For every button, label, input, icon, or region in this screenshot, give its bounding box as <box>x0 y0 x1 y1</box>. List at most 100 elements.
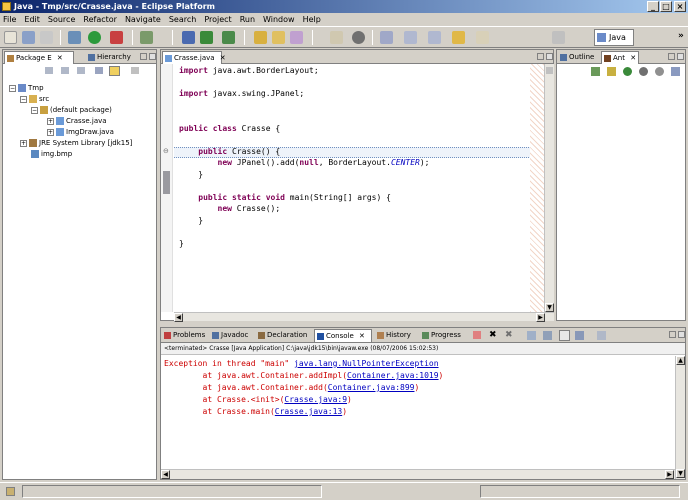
new-class-icon[interactable] <box>200 31 213 44</box>
menu-source[interactable]: Source <box>48 13 75 26</box>
menu-window[interactable]: Window <box>263 13 295 26</box>
minimize-view-icon[interactable] <box>140 53 147 60</box>
stack-trace-link[interactable]: Crasse.java:9 <box>284 395 347 404</box>
tree-item-img-bmp[interactable]: img.bmp <box>31 149 72 159</box>
maximize-view-icon[interactable] <box>546 53 553 60</box>
remove-all-launches-icon[interactable]: ✖ <box>505 330 513 340</box>
tab-hierarchy[interactable]: Hierarchy <box>86 51 136 64</box>
forward-icon[interactable] <box>61 67 69 74</box>
scroll-down-arrow[interactable]: ▼ <box>545 303 554 312</box>
expand-icon[interactable]: + <box>20 139 27 147</box>
open-perspective-icon[interactable] <box>552 31 565 44</box>
search-icon[interactable] <box>290 31 303 44</box>
close-icon[interactable]: ✕ <box>57 54 63 62</box>
close-button[interactable]: × <box>674 1 686 12</box>
open-type-icon[interactable] <box>254 31 267 44</box>
maximize-view-icon[interactable] <box>677 53 684 60</box>
window-title-bar[interactable]: Java - Tmp/src/Crasse.java - Eclipse Pla… <box>0 0 688 13</box>
stack-trace-link[interactable]: java.lang.NullPointerException <box>294 359 439 368</box>
back-icon[interactable] <box>45 67 53 74</box>
maximize-button[interactable]: □ <box>660 1 672 12</box>
toggle-mark-icon[interactable] <box>330 31 343 44</box>
console-horizontal-scrollbar[interactable]: ◀ ▶ <box>161 469 675 479</box>
horizontal-scrollbar[interactable]: ◀ ▶ <box>174 312 554 322</box>
tab-package-explorer[interactable]: Package E ✕ <box>4 51 74 64</box>
annotation-icon[interactable] <box>352 31 365 44</box>
fast-view-icon[interactable] <box>6 487 15 496</box>
vertical-scrollbar[interactable]: ▼ <box>544 64 554 312</box>
console-vertical-scrollbar[interactable]: ▲ ▼ <box>675 356 685 479</box>
new-icon[interactable] <box>4 31 17 44</box>
save-icon[interactable] <box>22 31 35 44</box>
minimize-view-icon[interactable] <box>669 331 676 338</box>
run-icon[interactable] <box>88 31 101 44</box>
tab-declaration[interactable]: Declaration <box>256 329 312 342</box>
forward-icon[interactable] <box>476 31 489 44</box>
print-icon[interactable] <box>40 31 53 44</box>
close-icon[interactable]: ✕ <box>359 332 365 340</box>
menu-edit[interactable]: Edit <box>24 13 40 26</box>
up-icon[interactable] <box>77 67 85 74</box>
clear-console-icon[interactable] <box>527 331 536 340</box>
collapse-icon[interactable]: − <box>9 84 16 92</box>
tab-console[interactable]: Console ✕ <box>314 329 372 342</box>
stack-trace-link[interactable]: Container.java:899 <box>328 383 415 392</box>
fold-marker-icon[interactable]: ⊖ <box>163 147 169 155</box>
new-package-icon[interactable] <box>182 31 195 44</box>
remove-icon[interactable] <box>639 67 648 76</box>
tree-item-src[interactable]: − src <box>20 94 49 104</box>
tree-item-jre-library[interactable]: + JRE System Library [jdk15] <box>20 138 132 148</box>
minimize-view-icon[interactable] <box>668 53 675 60</box>
search-buildfile-icon[interactable] <box>607 67 616 76</box>
minimize-button[interactable]: _ <box>647 1 659 12</box>
display-console-icon[interactable] <box>575 331 584 340</box>
menu-navigate[interactable]: Navigate <box>125 13 161 26</box>
tab-progress[interactable]: Progress <box>420 329 466 342</box>
run-target-icon[interactable] <box>623 67 632 76</box>
open-resource-icon[interactable] <box>272 31 285 44</box>
tab-problems[interactable]: Problems <box>162 329 208 342</box>
perspective-java[interactable]: Java <box>594 29 634 46</box>
stack-trace-link[interactable]: Crasse.java:13 <box>275 407 342 416</box>
collapse-icon[interactable]: − <box>31 106 38 114</box>
last-edit-icon[interactable] <box>380 31 393 44</box>
scroll-left-arrow[interactable]: ◀ <box>161 470 170 479</box>
maximize-view-icon[interactable] <box>149 53 156 60</box>
menu-project[interactable]: Project <box>204 13 231 26</box>
chevron-right-icon[interactable]: » <box>678 31 684 41</box>
debug-icon[interactable] <box>68 31 81 44</box>
menu-search[interactable]: Search <box>169 13 196 26</box>
hide-internal-targets-icon[interactable] <box>671 67 680 76</box>
menu-file[interactable]: File <box>3 13 16 26</box>
add-buildfile-icon[interactable] <box>591 67 600 76</box>
pin-console-icon[interactable] <box>559 330 570 341</box>
open-console-icon[interactable] <box>597 331 606 340</box>
tab-outline[interactable]: Outline <box>558 51 598 64</box>
new-java-project-icon[interactable] <box>140 31 153 44</box>
next-annotation-icon[interactable] <box>404 31 417 44</box>
scroll-right-arrow[interactable]: ▶ <box>536 313 545 322</box>
tree-item-crasse-java[interactable]: + Crasse.java <box>47 116 107 126</box>
back-icon[interactable] <box>452 31 465 44</box>
minimize-view-icon[interactable] <box>537 53 544 60</box>
tree-item-default-package[interactable]: − (default package) <box>31 105 112 115</box>
remove-all-icon[interactable] <box>655 67 664 76</box>
stack-trace-link[interactable]: Container.java:1019 <box>347 371 439 380</box>
maximize-view-icon[interactable] <box>678 331 685 338</box>
terminate-icon[interactable] <box>473 331 481 339</box>
remove-launch-icon[interactable]: ✖ <box>489 330 497 340</box>
scroll-lock-icon[interactable] <box>543 331 552 340</box>
expand-icon[interactable]: + <box>47 117 54 125</box>
menu-run[interactable]: Run <box>240 13 255 26</box>
menu-help[interactable]: Help <box>303 13 321 26</box>
tab-crasse-java[interactable]: Crasse.java ✕ <box>162 51 226 64</box>
tab-ant[interactable]: Ant ✕ <box>601 51 639 64</box>
scroll-up-arrow[interactable]: ▲ <box>676 356 685 365</box>
tab-javadoc[interactable]: Javadoc <box>210 329 254 342</box>
scroll-right-arrow[interactable]: ▶ <box>665 470 674 479</box>
tab-history[interactable]: History <box>375 329 417 342</box>
close-icon[interactable]: ✕ <box>630 54 636 62</box>
collapse-icon[interactable]: − <box>20 95 27 103</box>
scroll-left-arrow[interactable]: ◀ <box>174 313 183 322</box>
menu-refactor[interactable]: Refactor <box>83 13 117 26</box>
